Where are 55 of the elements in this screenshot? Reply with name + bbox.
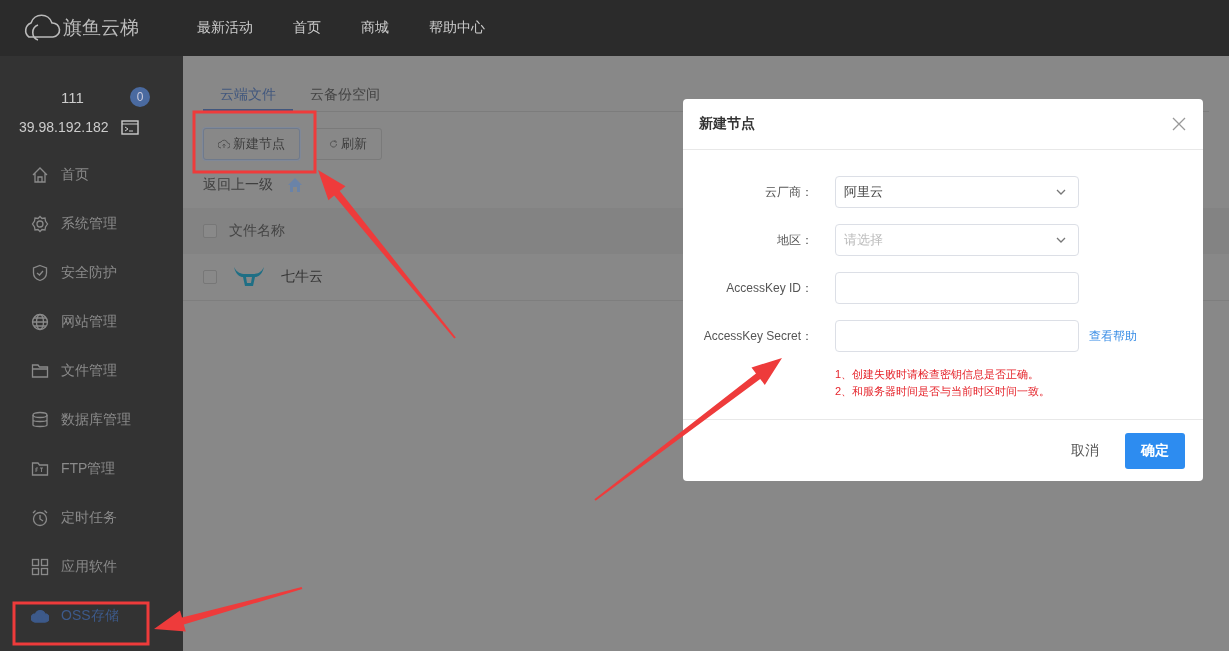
- sidebar-item[interactable]: 定时任务: [0, 493, 183, 542]
- alarm-clock-icon: [31, 508, 49, 527]
- home-icon: [31, 165, 49, 184]
- nav-link[interactable]: 商城: [361, 19, 389, 37]
- nav-link[interactable]: 帮助中心: [429, 19, 485, 37]
- tab[interactable]: 云备份空间: [293, 78, 397, 111]
- field-label: 地区：: [776, 231, 813, 249]
- sidebar-item[interactable]: 安全防护: [0, 248, 183, 297]
- database-icon: [31, 410, 49, 429]
- dialog-title: 新建节点: [699, 115, 755, 133]
- user-name: 111: [61, 88, 85, 106]
- home-icon[interactable]: [287, 177, 303, 193]
- cancel-button[interactable]: 取消: [1059, 433, 1111, 468]
- select-field[interactable]: 阿里云: [835, 176, 1079, 208]
- select-field[interactable]: 请选择: [835, 224, 1079, 256]
- brand-name: 旗鱼云梯: [63, 16, 139, 40]
- refresh-icon: [329, 139, 338, 149]
- terminal-icon[interactable]: [120, 119, 139, 135]
- ftp-folder-icon: [31, 459, 49, 478]
- sidebar-item[interactable]: 首页: [0, 150, 183, 199]
- field-label: AccessKey Secret：: [702, 327, 813, 345]
- tab[interactable]: 云端文件: [203, 78, 293, 111]
- cloud-upload-icon: [218, 139, 230, 149]
- column-header: 文件名称: [229, 222, 285, 240]
- sidebar-item[interactable]: 网站管理: [0, 297, 183, 346]
- error-hint: 1、创建失败时请检查密钥信息是否正确。: [835, 367, 1041, 382]
- settings-icon: [31, 214, 49, 233]
- folder-icon: [31, 361, 49, 380]
- confirm-button[interactable]: 确定: [1125, 432, 1185, 469]
- server-ip: 39.98.192.182: [19, 119, 109, 135]
- sidebar-item[interactable]: 数据库管理: [0, 395, 183, 444]
- chevron-down-icon: [1056, 189, 1066, 195]
- error-hint: 2、和服务器时间是否与当前时区时间一致。: [835, 384, 1052, 399]
- nav-link[interactable]: 最新活动: [197, 19, 253, 37]
- field-label: AccessKey ID：: [725, 279, 813, 297]
- sidebar-item[interactable]: FTP管理: [0, 444, 183, 493]
- shield-icon: [31, 263, 49, 282]
- sidebar-item[interactable]: 应用软件: [0, 542, 183, 591]
- input-field[interactable]: [835, 272, 1079, 304]
- grid-icon: [31, 557, 49, 576]
- sidebar-item[interactable]: 系统管理: [0, 199, 183, 248]
- bull-logo-icon: [233, 266, 265, 288]
- toolbar-button[interactable]: 刷新: [314, 128, 382, 160]
- notification-badge[interactable]: 0: [130, 87, 150, 107]
- nav-link[interactable]: 首页: [293, 19, 321, 37]
- table-cell: 七牛云: [281, 268, 323, 286]
- back-link[interactable]: 返回上一级: [203, 176, 273, 194]
- field-label: 云厂商：: [764, 183, 813, 201]
- chevron-down-icon: [1056, 237, 1066, 243]
- sidebar-item[interactable]: 文件管理: [0, 346, 183, 395]
- close-icon[interactable]: [1172, 117, 1186, 131]
- globe-icon: [31, 312, 49, 331]
- input-field[interactable]: [835, 320, 1079, 352]
- toolbar-button[interactable]: 新建节点: [203, 128, 300, 160]
- help-link[interactable]: 查看帮助: [1089, 327, 1137, 345]
